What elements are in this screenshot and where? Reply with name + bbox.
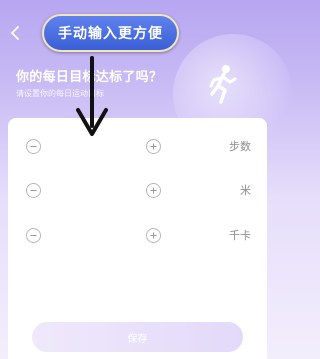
minus-icon <box>30 234 37 236</box>
increase-distance-button[interactable] <box>146 182 161 198</box>
distance-unit-label: 米 <box>240 184 251 197</box>
minus-icon <box>30 189 37 191</box>
arrow-down-icon <box>76 56 108 136</box>
plus-icon <box>150 187 157 193</box>
steps-unit-label: 步数 <box>229 140 251 153</box>
save-button[interactable]: 保存 <box>32 322 243 352</box>
increase-steps-button[interactable] <box>146 138 161 154</box>
calories-goal-input[interactable] <box>56 226 136 244</box>
tutorial-tip-banner: 手动输入更方便 <box>42 14 179 52</box>
decrease-distance-button[interactable] <box>26 182 41 198</box>
back-button[interactable] <box>6 22 24 44</box>
decrease-steps-button[interactable] <box>26 138 41 154</box>
goal-row-calories: 千卡 <box>8 224 267 246</box>
plus-icon <box>150 143 157 149</box>
goal-row-distance: 米 <box>8 179 267 201</box>
increase-calories-button[interactable] <box>146 227 161 243</box>
decrease-calories-button[interactable] <box>26 227 41 243</box>
distance-goal-input[interactable] <box>56 181 136 199</box>
plus-icon <box>150 232 157 238</box>
calories-unit-label: 千卡 <box>229 229 251 242</box>
minus-icon <box>30 145 37 147</box>
chevron-left-icon <box>11 26 19 40</box>
runner-icon <box>209 65 237 104</box>
goal-settings-card: 步数 米 千卡 保存 <box>8 118 267 359</box>
goal-row-steps: 步数 <box>8 135 267 157</box>
